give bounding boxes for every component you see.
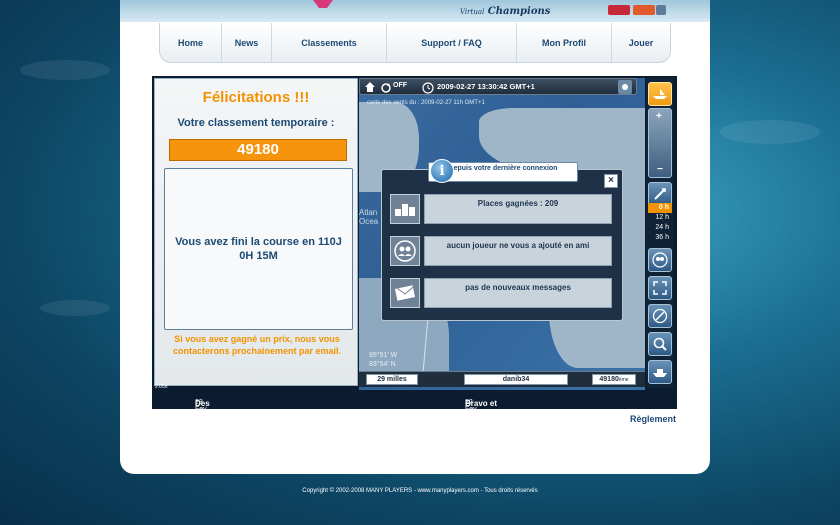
forecast-time-list: 0 h 12 h 24 h 36 h [648, 203, 672, 243]
zoom-out-icon[interactable]: − [657, 164, 663, 175]
water-highlight [20, 60, 110, 80]
flag-icon[interactable] [656, 5, 666, 15]
message-icon [390, 278, 420, 308]
rank-label: Votre classement temporaire : [177, 117, 335, 129]
partner-badge[interactable] [633, 5, 655, 15]
nav-classements[interactable]: Classements [272, 23, 387, 62]
friends-status: aucun joueur ne vous a ajouté en ami [424, 236, 612, 266]
player-name-display: danib34 [464, 374, 568, 385]
rank-value: 49180 [169, 139, 347, 161]
info-icon: i [430, 159, 454, 183]
finish-text: Vous avez fini la course en 110J 0H 15M [175, 236, 342, 262]
zoom-slider[interactable]: + − [648, 108, 672, 178]
zoom-in-icon[interactable]: + [656, 111, 662, 122]
nav-jouer[interactable]: Jouer [612, 23, 670, 62]
last-connection-popup: Depuis votre dernière connexion i × Plac… [381, 159, 623, 321]
water-highlight [720, 120, 820, 144]
footer-copyright: Copyright © 2002-2008 MANY PLAYERS - www… [302, 488, 538, 494]
forecast-time-36h[interactable]: 36 h [648, 233, 672, 243]
places-gained: Places gagnées : 209 [424, 194, 612, 224]
map-tools: + − 0 h 12 h 24 h 36 h [646, 78, 674, 388]
compass-button[interactable] [648, 304, 672, 328]
home-icon[interactable] [363, 80, 377, 94]
nav-news[interactable]: News [222, 23, 272, 62]
scale-label: 2.05h [155, 384, 168, 390]
map-coordinates: 95°51' W 83°54' N [369, 352, 398, 368]
main-nav: Home News Classements Support / FAQ Mon … [159, 23, 671, 63]
wind-icon [654, 188, 666, 200]
fullscreen-button[interactable] [648, 276, 672, 300]
nav-mon-profil[interactable]: Mon Profil [517, 23, 612, 62]
messages-status: pas de nouveaux messages [424, 278, 612, 308]
current-datetime: 2009-02-27 13:30:42 GMT+1 [437, 82, 535, 91]
sound-status[interactable]: OFF [393, 82, 407, 89]
reglement-link[interactable]: Règlement [630, 414, 676, 424]
rank-display: 49180ème [592, 374, 636, 385]
forecast-time-12h[interactable]: 12 h [648, 213, 672, 223]
boat-icon [653, 89, 667, 99]
map-toolbar: OFF 2009-02-27 13:30:42 GMT+1 [359, 78, 637, 95]
friends-icon [390, 236, 420, 266]
distance-display: 29 milles [366, 374, 418, 385]
results-panel: Félicitations !!! Votre classement tempo… [154, 78, 358, 386]
brand-logo-fragment [313, 0, 333, 8]
boat-view-button[interactable] [648, 82, 672, 106]
clock-icon [422, 81, 434, 94]
congrats-title: Félicitations !!! [202, 89, 310, 106]
ocean-label: Atlan Ocea [359, 208, 379, 226]
search-icon [653, 337, 667, 351]
ship-icon [653, 369, 667, 377]
nav-home[interactable]: Home [160, 23, 222, 62]
search-button[interactable] [648, 332, 672, 356]
expand-icon [653, 281, 667, 295]
wind-map-date: carte des vents du : 2009-02-27 11h GMT+… [367, 100, 485, 106]
friends-button[interactable] [648, 248, 672, 272]
top-banner: Virtual Champions [120, 0, 710, 22]
partner-badge[interactable] [608, 5, 630, 15]
water-highlight [40, 300, 110, 316]
friends-icon [652, 252, 668, 268]
finish-box: Vous avez fini la course en 110J 0H 15M [164, 168, 353, 330]
prize-text: Si vous avez gagné un prix, nous vous co… [172, 334, 342, 356]
settings-icon[interactable] [618, 80, 632, 94]
close-button[interactable]: × [604, 174, 618, 188]
game-frame: Félicitations !!! Votre classement tempo… [152, 76, 677, 409]
podium-icon [390, 194, 420, 224]
forecast-time-24h[interactable]: 24 h [648, 223, 672, 233]
site-logo[interactable]: Virtual Champions [460, 6, 550, 17]
nav-support-faq[interactable]: Support / FAQ [387, 23, 517, 62]
news-ticker: 23 Fev - Des chiffres et des lettres .. … [152, 393, 677, 453]
forecast-time-0h[interactable]: 0 h [648, 203, 672, 213]
boat-center-button[interactable] [648, 360, 672, 384]
compass-icon [652, 308, 668, 324]
refresh-icon[interactable] [380, 81, 392, 93]
